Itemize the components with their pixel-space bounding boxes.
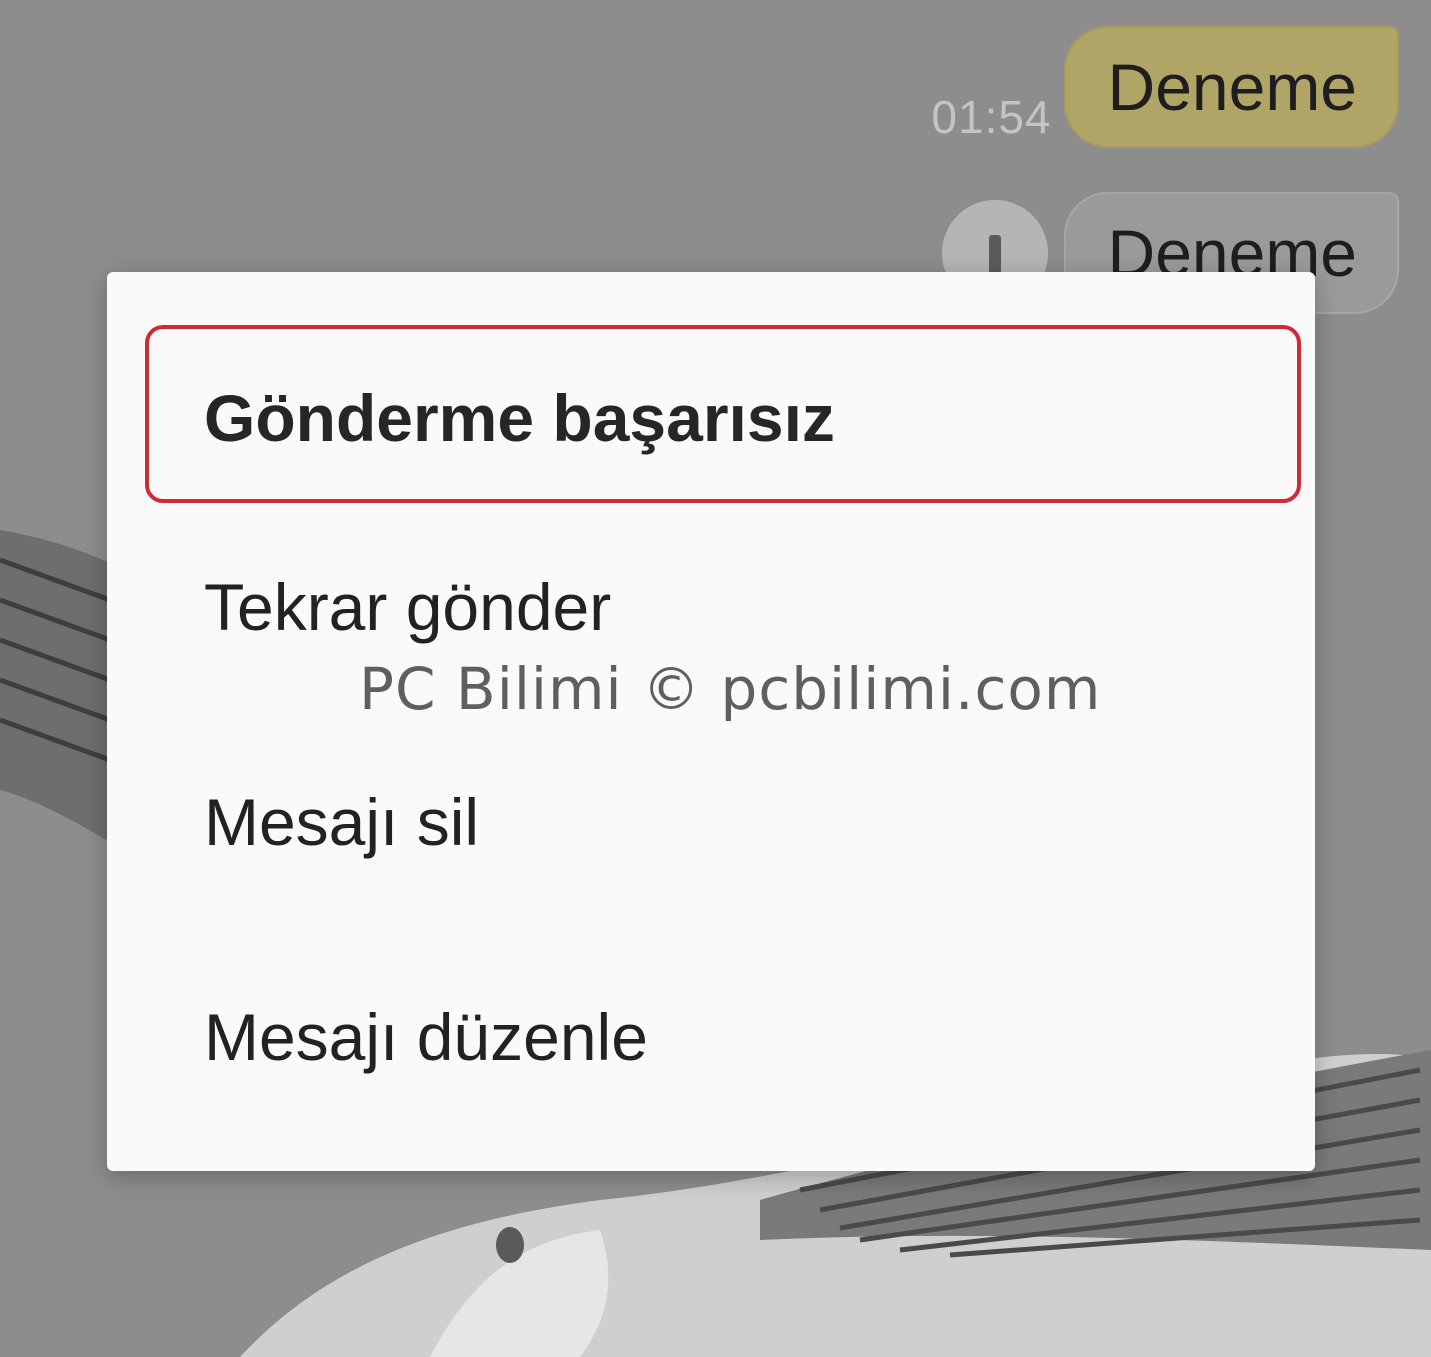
menu-item-delete-message[interactable]: Mesajı sil bbox=[204, 789, 479, 855]
message-row-sent: 01:54 Deneme bbox=[931, 26, 1399, 148]
menu-item-resend[interactable]: Tekrar gönder bbox=[204, 574, 611, 640]
dialog-title: Gönderme başarısız bbox=[204, 381, 835, 455]
message-text: Deneme bbox=[1107, 50, 1357, 124]
menu-item-edit-message[interactable]: Mesajı düzenle bbox=[204, 1004, 648, 1070]
message-options-dialog: Gönderme başarısız Tekrar gönder PC Bili… bbox=[107, 272, 1315, 1171]
message-bubble[interactable]: Deneme bbox=[1063, 26, 1399, 148]
watermark-text: PC Bilimi © pcbilimi.com bbox=[359, 655, 1102, 723]
message-timestamp: 01:54 bbox=[931, 91, 1052, 143]
